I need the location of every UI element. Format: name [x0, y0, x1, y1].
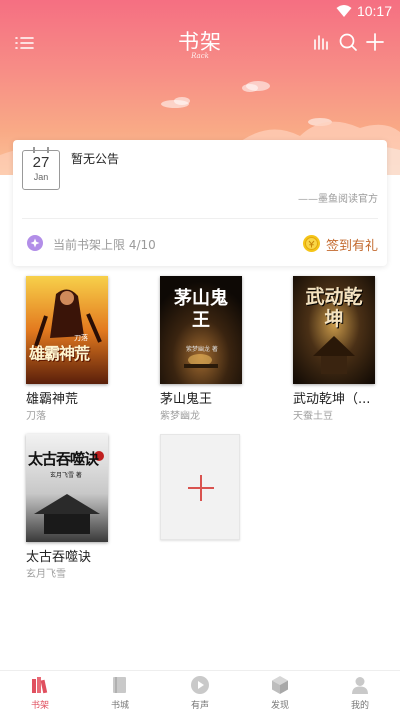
- book-title[interactable]: 茅山鬼王: [160, 388, 250, 407]
- cover-author: 玄月飞雪 著: [50, 472, 82, 479]
- add-icon[interactable]: [365, 32, 385, 52]
- divider: [22, 218, 378, 219]
- ranking-bars-icon[interactable]: [312, 33, 330, 51]
- cover-author: 紫梦幽龙 著: [186, 346, 218, 353]
- gold-coin-icon: [303, 235, 320, 252]
- calendar-icon: 27 Jan: [22, 147, 60, 190]
- notice-signature: ——墨鱼阅读官方: [298, 194, 378, 205]
- nav-label: 书架: [30, 701, 49, 711]
- book-title[interactable]: 武动乾坤（...: [293, 388, 383, 407]
- bookshelf-icon: [32, 677, 48, 694]
- wifi-icon: [336, 5, 352, 17]
- discover-cube-icon: [272, 676, 288, 694]
- cover-author: 刀落: [74, 334, 88, 342]
- nav-bookshelf[interactable]: 书架: [0, 671, 80, 711]
- book-cover[interactable]: 武动乾坤: [293, 276, 375, 384]
- book-cover[interactable]: 雄霸神荒 刀落: [26, 276, 108, 384]
- nav-bookstore[interactable]: 书城: [80, 671, 160, 711]
- book-cover[interactable]: 茅山鬼王 紫梦幽龙 著: [160, 276, 242, 384]
- notice-card: 27 Jan 暂无公告 ——墨鱼阅读官方 当前书架上限 4/10 签到有礼: [13, 140, 387, 266]
- nav-profile[interactable]: 我的: [320, 671, 400, 711]
- shelf-limit-text: 当前书架上限 4/10: [53, 238, 156, 252]
- status-time: 10:17: [356, 3, 392, 19]
- bookstore-icon: [113, 677, 126, 693]
- book-cover[interactable]: 太古吞噬诀 玄月飞雪 著: [26, 434, 108, 542]
- checkin-button[interactable]: 签到有礼: [303, 234, 379, 254]
- page-subtitle: Rack: [191, 52, 209, 60]
- calendar-day: 27: [32, 154, 50, 171]
- nav-audio[interactable]: 有声: [160, 671, 240, 711]
- nav-label: 发现: [270, 701, 289, 711]
- checkin-label: 签到有礼: [326, 239, 379, 254]
- add-book-button[interactable]: [160, 434, 240, 540]
- status-bar: 10:17: [0, 0, 400, 24]
- search-icon[interactable]: [338, 32, 358, 52]
- book-cover-art: [26, 276, 108, 384]
- book-title[interactable]: 雄霸神荒: [26, 388, 116, 407]
- nav-label: 我的: [350, 701, 369, 711]
- nav-label: 有声: [190, 701, 209, 711]
- user-profile-icon: [352, 677, 368, 694]
- cover-title: 太古吞噬诀: [28, 450, 99, 468]
- audio-play-icon: [191, 676, 209, 694]
- book-author: 玄月飞雪: [26, 569, 66, 580]
- book-author: 天蚕土豆: [293, 411, 333, 422]
- cover-title: 雄霸神荒: [29, 344, 90, 363]
- calendar-month: Jan: [33, 172, 49, 182]
- nav-discover[interactable]: 发现: [240, 671, 320, 711]
- cover-title: 武动乾坤: [305, 286, 363, 330]
- notice-title[interactable]: 暂无公告: [71, 150, 119, 167]
- bottom-nav: 书架 书城 有声 发现 我的: [0, 670, 400, 711]
- book-author: 紫梦幽龙: [160, 411, 200, 422]
- shelf-limit-icon: [27, 235, 43, 251]
- nav-label: 书城: [110, 701, 129, 711]
- book-author: 刀落: [26, 411, 46, 422]
- book-title[interactable]: 太古吞噬诀: [26, 546, 116, 565]
- top-bar: 书架 Rack: [0, 24, 400, 64]
- cover-title: 茅山鬼王: [174, 288, 228, 331]
